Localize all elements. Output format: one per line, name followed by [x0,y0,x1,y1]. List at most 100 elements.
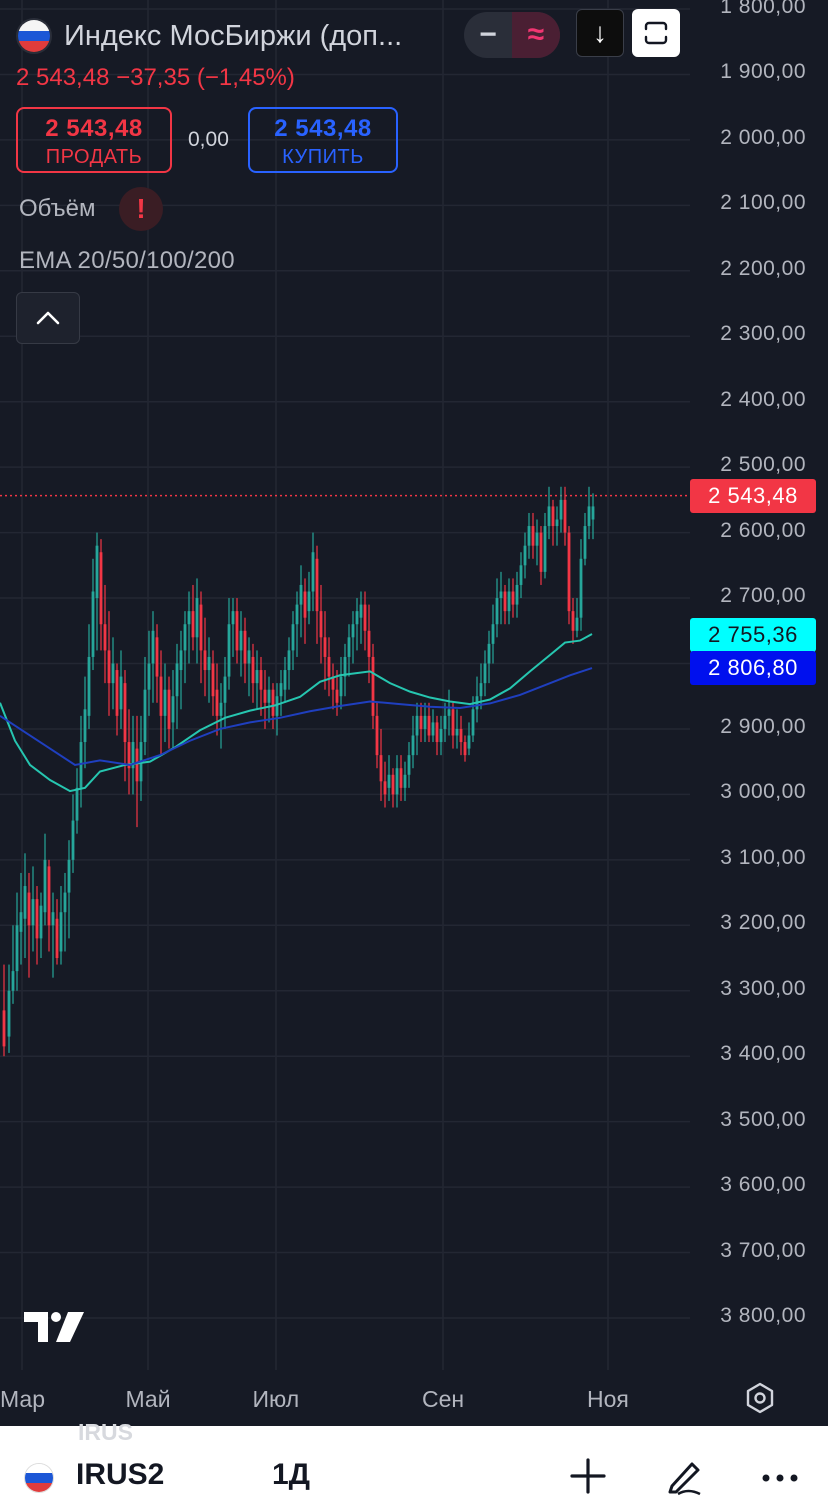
candle [55,899,59,965]
candle [499,571,503,625]
candle [259,656,263,716]
candle [267,676,271,723]
candle [555,506,559,546]
candle [291,611,295,671]
candle [443,702,447,743]
candle [63,872,67,952]
frame-icon[interactable] [632,9,680,57]
price-tick-label: 2 100,00 [720,191,806,215]
candle [503,584,507,625]
candle [287,637,291,690]
more-icon[interactable] [760,1456,800,1496]
candle [323,611,327,690]
candle [451,702,455,749]
candle [535,519,539,566]
plus-icon[interactable] [568,1456,608,1496]
price-tick-label: 3 100,00 [720,845,806,869]
candle [311,532,315,612]
candle [119,650,123,729]
sell-price: 2 543,48 [45,115,143,142]
price-tick-label: 1 900,00 [720,60,806,84]
candle [95,532,99,651]
candle [539,526,543,585]
candle [71,794,75,873]
candle [383,761,387,808]
chart-mode-toggle[interactable]: − ≈ [464,12,560,58]
candle [435,715,439,756]
candle [227,598,231,690]
candle [567,526,571,625]
candle [215,663,219,736]
price-tick-label: 2 400,00 [720,387,806,411]
candle [243,617,247,684]
candle [2,964,6,1057]
line-mode-icon[interactable]: − [464,12,512,58]
candle [239,611,243,677]
candle [67,840,71,939]
candle [587,486,591,540]
candle [27,872,31,978]
price-tick-label: 2 000,00 [720,125,806,149]
buy-price: 2 543,48 [274,115,372,142]
buy-button[interactable]: 2 543,48 КУПИТЬ [248,107,398,173]
candle [523,532,527,579]
candle [411,715,415,769]
candle [295,591,299,657]
candle [375,702,379,769]
candle [531,512,535,559]
candle [407,742,411,788]
candle [99,539,103,651]
candle [359,591,363,644]
candle [351,611,355,664]
interval-button[interactable]: 1Д [272,1458,310,1492]
candle [347,624,351,677]
candle [299,565,303,638]
candle [167,676,171,749]
symbol-title[interactable]: Индекс МосБиржи (доп... [64,20,402,53]
candle [219,683,223,749]
candle [59,886,63,965]
candle [35,886,39,965]
ema-indicator-label[interactable]: EMA 20/50/100/200 [19,247,235,275]
sell-label: ПРОДАТЬ [45,146,143,168]
volume-indicator-label[interactable]: Объём [19,195,95,223]
warning-icon[interactable]: ! [119,187,163,231]
price-tick-label: 2 300,00 [720,322,806,346]
candle [527,512,531,559]
price-tick-label: 3 500,00 [720,1107,806,1131]
candle [251,643,255,703]
candle [91,558,95,671]
candle [391,768,395,808]
candle [247,637,251,697]
symbol-button[interactable]: IRUS2 [76,1458,164,1492]
candle [111,637,115,710]
sell-button[interactable]: 2 543,48 ПРОДАТЬ [16,107,172,173]
candle [303,578,307,644]
tradingview-logo[interactable] [22,1310,86,1349]
candle [559,486,563,533]
price-tick-label: 2 600,00 [720,518,806,542]
candle [191,584,195,651]
price-tick-label: 2 700,00 [720,584,806,608]
arrow-down-icon[interactable]: ↓ [576,9,624,57]
candle [203,617,207,697]
candle [355,598,359,651]
candle [231,598,235,657]
candle [579,539,583,631]
price-tick-label: 1 800,00 [720,0,806,18]
price-tick-label: 3 600,00 [720,1173,806,1197]
settings-hexagon-icon[interactable] [742,1380,778,1416]
candle [115,663,119,736]
candle [339,656,343,710]
symbol-header[interactable]: Индекс МосБиржи (доп... [16,14,402,58]
candle [371,643,375,729]
candle [419,702,423,743]
price-tick-label: 2 200,00 [720,256,806,280]
pen-icon[interactable] [664,1456,704,1496]
ghost-symbol-text: IRUS [78,1419,133,1445]
candle [363,591,367,651]
candle [187,591,191,664]
wave-mode-icon[interactable]: ≈ [512,12,560,58]
collapse-indicators-button[interactable] [16,292,80,344]
candle [583,512,587,566]
